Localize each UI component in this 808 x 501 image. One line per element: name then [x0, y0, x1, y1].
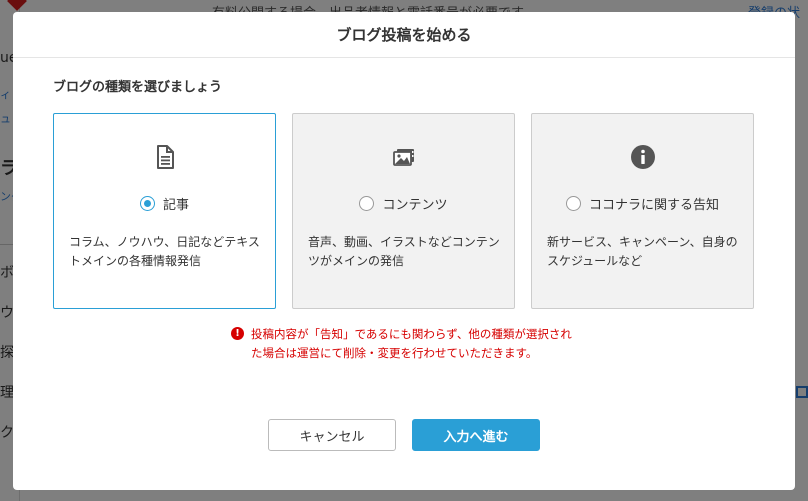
cancel-button[interactable]: キャンセル — [268, 419, 396, 451]
option-description: 新サービス、キャンペーン、自身のスケジュールなど — [547, 235, 738, 268]
radio-article[interactable] — [139, 196, 155, 211]
option-label: コンテンツ — [382, 198, 448, 213]
option-card-announcement[interactable]: ココナラに関する告知 新サービス、キャンペーン、自身のスケジュールなど — [531, 113, 754, 309]
warning-icon: ! — [231, 327, 244, 340]
warning-text: 投稿内容が「告知」であるにも関わらず、他の種類が選択された場合は運営にて削除・変… — [251, 327, 572, 360]
radio-contents[interactable] — [359, 196, 375, 211]
media-icon — [392, 149, 414, 166]
option-contents[interactable]: コンテンツ — [293, 194, 514, 213]
blog-type-modal: ブログ投稿を始める ブログの種類を選びましょう 記事 コラム、ノウハウ、日記など… — [13, 12, 795, 490]
modal-title: ブログ投稿を始める — [336, 26, 472, 44]
modal-header: ブログ投稿を始める — [13, 12, 795, 58]
option-description: 音声、動画、イラストなどコンテンツがメインの発信 — [308, 235, 500, 268]
option-card-article[interactable]: 記事 コラム、ノウハウ、日記などテキストメインの各種情報発信 — [53, 113, 276, 309]
option-article[interactable]: 記事 — [54, 194, 275, 213]
option-announcement[interactable]: ココナラに関する告知 — [532, 194, 753, 213]
radio-announcement[interactable] — [565, 196, 581, 211]
option-label: ココナラに関する告知 — [588, 198, 719, 213]
document-icon — [156, 145, 174, 169]
info-icon — [630, 145, 655, 169]
option-card-contents[interactable]: コンテンツ 音声、動画、イラストなどコンテンツがメインの発信 — [292, 113, 515, 309]
next-button[interactable]: 入力へ進む — [412, 419, 540, 451]
section-label: ブログの種類を選びましょう — [53, 80, 223, 95]
option-label: 記事 — [162, 198, 189, 213]
warning-message: ! 投稿内容が「告知」であるにも関わらず、他の種類が選択された場合は運営にて削除… — [231, 325, 591, 363]
option-description: コラム、ノウハウ、日記などテキストメインの各種情報発信 — [69, 235, 260, 268]
